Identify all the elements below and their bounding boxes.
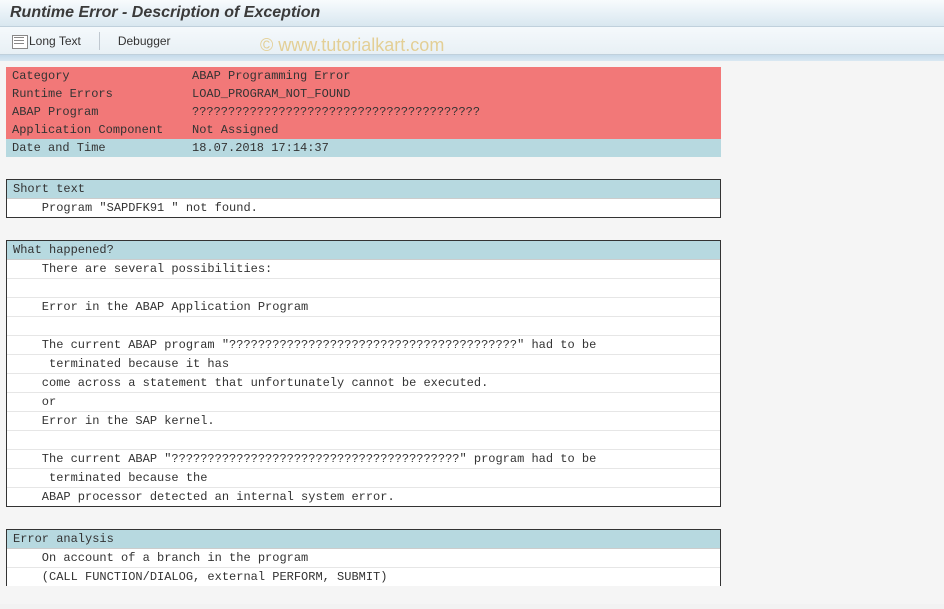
text-line: On account of a branch in the program	[7, 549, 720, 568]
text-line	[7, 317, 720, 336]
error-analysis-section: Error analysis On account of a branch in…	[6, 529, 721, 586]
category-value: ABAP Programming Error	[186, 67, 721, 85]
long-text-label: Long Text	[29, 34, 81, 48]
debugger-label: Debugger	[118, 34, 171, 48]
text-line: There are several possibilities:	[7, 260, 720, 279]
content-area: Category ABAP Programming Error Runtime …	[0, 55, 944, 604]
category-label: Category	[6, 67, 186, 85]
text-line	[7, 431, 720, 450]
separator-strip	[0, 55, 944, 61]
text-line: terminated because it has	[7, 355, 720, 374]
text-line: come across a statement that unfortunate…	[7, 374, 720, 393]
info-row-datetime: Date and Time 18.07.2018 17:14:37	[6, 139, 721, 157]
error-analysis-header: Error analysis	[7, 530, 720, 549]
info-row-abap-program: ABAP Program ???????????????????????????…	[6, 103, 721, 121]
runtime-errors-value: LOAD_PROGRAM_NOT_FOUND	[186, 85, 721, 103]
what-happened-header: What happened?	[7, 241, 720, 260]
info-row-runtime-errors: Runtime Errors LOAD_PROGRAM_NOT_FOUND	[6, 85, 721, 103]
document-icon	[12, 35, 26, 47]
long-text-button[interactable]: Long Text	[8, 32, 85, 50]
text-line: Error in the SAP kernel.	[7, 412, 720, 431]
app-component-label: Application Component	[6, 121, 186, 139]
runtime-errors-label: Runtime Errors	[6, 85, 186, 103]
debugger-button[interactable]: Debugger	[114, 32, 175, 50]
app-component-value: Not Assigned	[186, 121, 721, 139]
error-analysis-body: On account of a branch in the program (C…	[7, 549, 720, 586]
page-title: Runtime Error - Description of Exception	[10, 4, 934, 22]
text-line: ABAP processor detected an internal syst…	[7, 488, 720, 506]
toolbar: Long Text Debugger	[0, 27, 944, 55]
text-line: Program "SAPDFK91 " not found.	[7, 199, 720, 217]
text-line: terminated because the	[7, 469, 720, 488]
text-line: The current ABAP "??????????????????????…	[7, 450, 720, 469]
info-row-app-component: Application Component Not Assigned	[6, 121, 721, 139]
abap-program-value: ????????????????????????????????????????	[186, 103, 721, 121]
title-bar: Runtime Error - Description of Exception	[0, 0, 944, 27]
text-line: Error in the ABAP Application Program	[7, 298, 720, 317]
datetime-label: Date and Time	[6, 139, 186, 157]
info-row-category: Category ABAP Programming Error	[6, 67, 721, 85]
toolbar-divider	[99, 32, 100, 50]
text-line: or	[7, 393, 720, 412]
what-happened-body: There are several possibilities: Error i…	[7, 260, 720, 506]
short-text-body: Program "SAPDFK91 " not found.	[7, 199, 720, 217]
text-line: The current ABAP program "??????????????…	[7, 336, 720, 355]
short-text-section: Short text Program "SAPDFK91 " not found…	[6, 179, 721, 218]
error-info-table: Category ABAP Programming Error Runtime …	[6, 67, 721, 157]
datetime-value: 18.07.2018 17:14:37	[186, 139, 721, 157]
what-happened-section: What happened? There are several possibi…	[6, 240, 721, 507]
short-text-header: Short text	[7, 180, 720, 199]
text-line	[7, 279, 720, 298]
abap-program-label: ABAP Program	[6, 103, 186, 121]
text-line: (CALL FUNCTION/DIALOG, external PERFORM,…	[7, 568, 720, 586]
